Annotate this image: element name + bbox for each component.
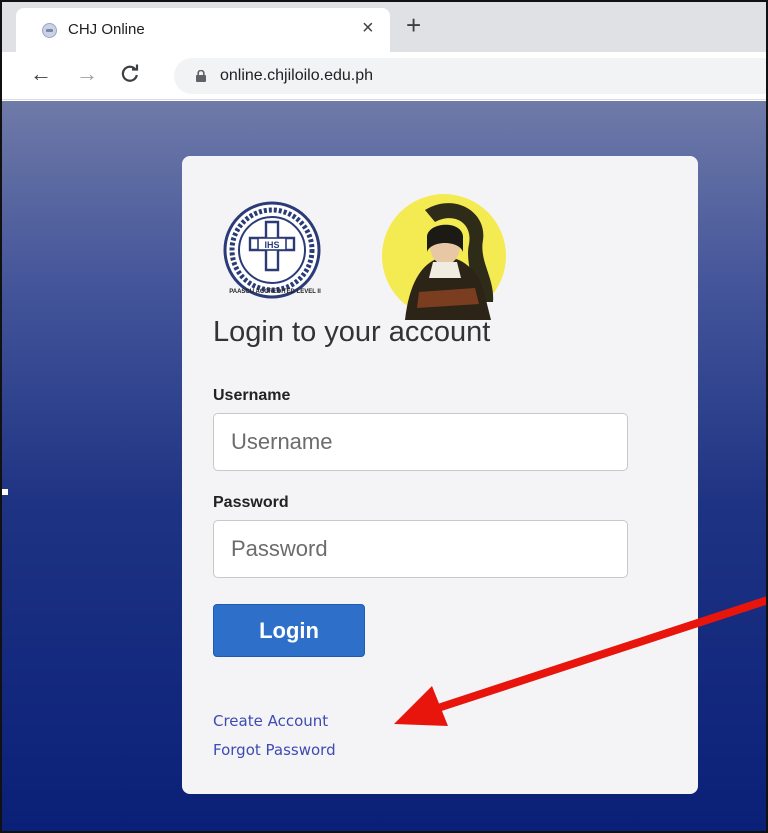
svg-text:IHS: IHS [264, 240, 279, 250]
browser-tab[interactable]: CHJ Online × [16, 8, 390, 52]
create-account-link[interactable]: Create Account [213, 712, 328, 730]
page-background: IHS PAASCU ACCREDITED LEVEL II Login to … [2, 101, 766, 831]
url-text: online.chjiloilo.edu.ph [220, 67, 373, 84]
login-heading: Login to your account [213, 316, 491, 348]
accreditation-text: PAASCU ACCREDITED LEVEL II [229, 289, 321, 295]
back-arrow-icon[interactable]: ← [30, 63, 52, 85]
forward-arrow-icon[interactable]: → [76, 63, 98, 85]
browser-toolbar: ← → online.chjiloilo.edu.ph [2, 52, 766, 100]
screenshot-frame: CHJ Online × + ← → online.chjiloilo.edu.… [0, 0, 768, 833]
plus-icon[interactable]: + [406, 12, 421, 38]
forgot-password-link[interactable]: Forgot Password [213, 741, 336, 759]
reload-icon[interactable] [120, 63, 140, 87]
username-field[interactable] [213, 413, 628, 471]
login-card: IHS PAASCU ACCREDITED LEVEL II Login to … [182, 156, 698, 794]
lock-icon [196, 70, 206, 82]
school-seal-logo: IHS [223, 201, 321, 299]
address-bar[interactable]: online.chjiloilo.edu.ph [174, 58, 766, 94]
edge-marker [2, 489, 8, 495]
login-button[interactable]: Login [213, 604, 365, 657]
username-label: Username [213, 387, 291, 404]
favicon-icon [42, 23, 57, 38]
tab-title: CHJ Online [68, 21, 145, 38]
browser-tab-strip: CHJ Online × + [2, 2, 766, 52]
close-icon[interactable]: × [362, 18, 374, 38]
founder-portrait-logo [382, 194, 506, 320]
password-label: Password [213, 494, 289, 511]
password-field[interactable] [213, 520, 628, 578]
